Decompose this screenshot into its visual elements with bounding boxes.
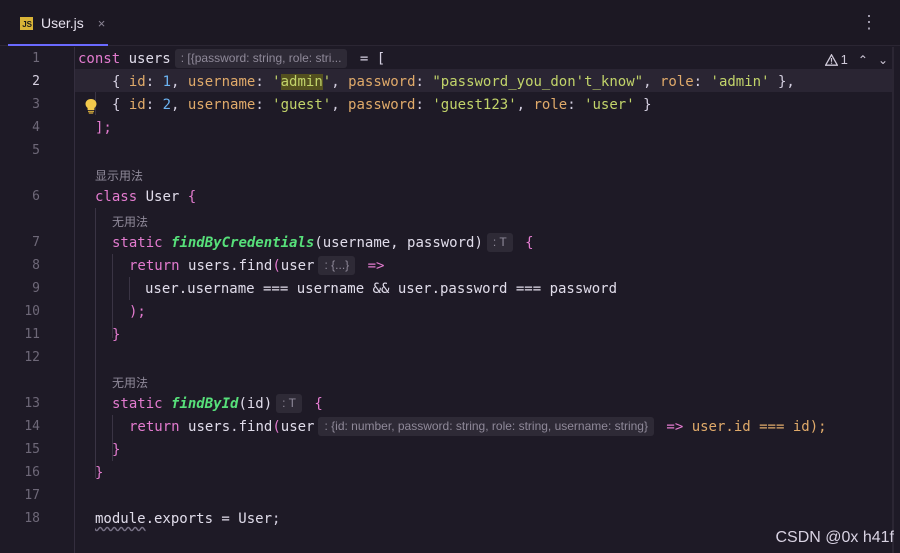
code-line-18[interactable]: module.exports = User; — [95, 509, 280, 529]
line-number: 2 — [32, 74, 40, 89]
code-line-15[interactable]: } — [112, 440, 120, 460]
keyword: static — [112, 396, 163, 412]
code-line-11[interactable]: } — [112, 325, 120, 345]
number-literal: 1 — [162, 74, 172, 90]
code-text: user.username === username && user.passw… — [145, 281, 618, 297]
method-call: find — [238, 419, 273, 435]
class-name: User — [238, 511, 273, 527]
line-number: 16 — [24, 465, 40, 480]
more-options-icon[interactable]: ⋮ — [860, 12, 878, 32]
string-literal: 'guest' — [272, 97, 332, 113]
parameter: user — [280, 419, 315, 435]
line-number: 15 — [24, 442, 40, 457]
type-inlay-hint: : {...} — [318, 256, 356, 275]
line-number: 1 — [32, 51, 40, 66]
line-number: 11 — [24, 327, 40, 342]
warning-count-label: 1 — [840, 52, 848, 67]
code-text: user.id === id); — [691, 419, 827, 435]
line-number: 13 — [24, 396, 40, 411]
code-text: } — [112, 442, 121, 458]
type-inlay-hint: : T — [276, 394, 302, 413]
close-icon[interactable]: × — [98, 16, 106, 31]
type-inlay-hint: : {id: number, password: string, role: s… — [318, 417, 654, 436]
keyword: return — [129, 419, 180, 435]
type-inlay-hint: : [{password: string, role: stri... — [174, 49, 348, 68]
line-number: 3 — [32, 97, 40, 112]
next-highlight-icon[interactable]: ⌄ — [878, 53, 888, 67]
line-number-gutter: 1 2 3 4 5 6 7 8 9 10 11 12 13 14 15 16 1… — [0, 47, 75, 553]
highlighted-string: admin — [280, 74, 323, 90]
code-text: { — [179, 189, 197, 205]
javascript-file-icon: JS — [20, 16, 33, 30]
identifier: module — [95, 511, 146, 527]
method-name: findById — [171, 396, 239, 412]
keyword: class — [95, 189, 138, 205]
type-inlay-hint: : T — [486, 233, 513, 252]
string-literal: "password_you_don't_know" — [432, 74, 644, 90]
parameters: (username, password) — [314, 235, 483, 251]
code-line-8[interactable]: return users.find(user: {...} => — [129, 256, 384, 276]
code-lens-usages[interactable]: 无用法 — [112, 374, 148, 391]
line-number: 9 — [32, 281, 40, 296]
code-line-14[interactable]: return users.find(user: {id: number, pas… — [129, 417, 827, 437]
code-line-9[interactable]: user.username === username && user.passw… — [145, 279, 617, 299]
tab-user-js[interactable]: JS User.js × — [8, 6, 108, 46]
code-text: ]; — [95, 120, 112, 136]
code-text: ); — [129, 304, 146, 320]
indent-guide — [95, 208, 96, 478]
indent-guide — [129, 277, 130, 300]
code-line-16[interactable]: } — [95, 463, 103, 483]
line-number: 6 — [32, 189, 40, 204]
parameters: (id) — [238, 396, 273, 412]
method-name: findByCredentials — [171, 235, 315, 251]
code-line-4[interactable]: ]; — [95, 118, 112, 138]
identifier: users — [128, 51, 171, 67]
scrollbar-track[interactable] — [892, 47, 894, 553]
line-number: 5 — [32, 143, 40, 158]
keyword: static — [112, 235, 163, 251]
watermark: CSDN @0x h41f — [775, 529, 894, 546]
code-line-10[interactable]: ); — [129, 302, 146, 322]
code-text: .exports = — [145, 511, 239, 527]
code-line-2[interactable]: { id: 1, username: 'admin', password: "p… — [112, 72, 795, 92]
keyword: return — [129, 258, 180, 274]
parameter: user — [280, 258, 315, 274]
code-line-6[interactable]: class User { — [95, 187, 196, 207]
code-line-13[interactable]: static findById(id): T { — [112, 394, 323, 414]
code-lens-usages[interactable]: 显示用法 — [95, 167, 143, 184]
inspection-widget[interactable]: 1 ⌃ ⌄ — [824, 52, 888, 67]
warning-icon — [824, 53, 838, 66]
tab-label: User.js — [41, 15, 84, 31]
line-number: 18 — [24, 511, 40, 526]
identifier: users — [188, 258, 231, 274]
line-number: 17 — [24, 488, 40, 503]
line-number: 8 — [32, 258, 40, 273]
code-line-7[interactable]: static findByCredentials(username, passw… — [112, 233, 534, 253]
code-line-1[interactable]: const users: [{password: string, role: s… — [78, 49, 385, 69]
string-literal: 'admin' — [710, 74, 770, 90]
line-number: 14 — [24, 419, 40, 434]
warning-count[interactable]: 1 — [824, 52, 848, 67]
code-lens-usages[interactable]: 无用法 — [112, 213, 148, 230]
class-name: User — [145, 189, 180, 205]
lightbulb-icon[interactable] — [84, 98, 98, 114]
code-text: } — [95, 465, 104, 481]
number-literal: 2 — [162, 97, 172, 113]
line-number: 10 — [24, 304, 40, 319]
tab-bar: JS User.js × ⋮ — [0, 0, 900, 46]
line-number: 7 — [32, 235, 40, 250]
code-text: } — [112, 327, 121, 343]
keyword: const — [78, 51, 121, 67]
string-literal: 'guest123' — [432, 97, 517, 113]
code-line-3[interactable]: { id: 2, username: 'guest', password: 'g… — [112, 95, 652, 115]
method-call: find — [238, 258, 273, 274]
line-number: 12 — [24, 350, 40, 365]
code-text: ; — [272, 511, 281, 527]
code-text: = [ — [351, 51, 386, 67]
string-literal: 'user' — [584, 97, 635, 113]
previous-highlight-icon[interactable]: ⌃ — [858, 53, 868, 67]
identifier: users — [188, 419, 231, 435]
line-number: 4 — [32, 120, 40, 135]
